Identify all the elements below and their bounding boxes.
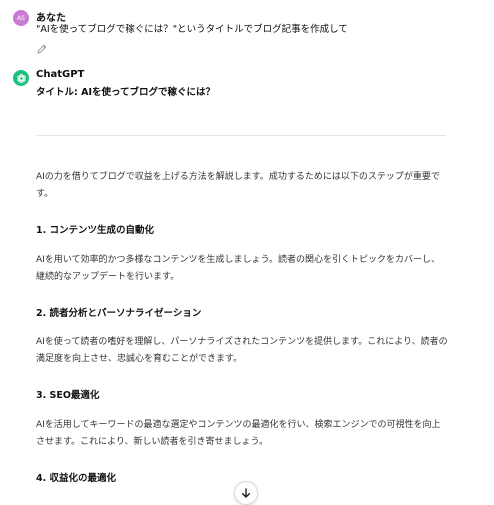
- arrow-down-icon: [241, 488, 251, 498]
- scroll-to-bottom-button[interactable]: [234, 481, 258, 505]
- user-message: "AIを使ってブログで稼ぐには？"というタイトルでブログ記事を作成して: [36, 24, 348, 35]
- section-heading-3: 3. SEO最適化: [36, 390, 100, 401]
- section-body-3: AIを活用してキーワードの最適な選定やコンテンツの最適化を行い、検索エンジンでの…: [36, 420, 441, 447]
- user-avatar-initials: AS: [17, 14, 25, 22]
- divider: [36, 135, 446, 136]
- section-heading-4: 4. 収益化の最適化: [36, 473, 117, 484]
- chatgpt-avatar: [13, 70, 29, 86]
- section-body-2: AIを使って読者の嗜好を理解し、パーソナライズされたコンテンツを提供します。これ…: [36, 337, 448, 364]
- user-avatar: AS: [13, 10, 29, 26]
- chatgpt-author-name: ChatGPT: [36, 69, 85, 80]
- pencil-icon[interactable]: [36, 43, 48, 55]
- section-heading-1: 1. コンテンツ生成の自動化: [36, 225, 155, 236]
- section-heading-2: 2. 読者分析とパーソナライゼーション: [36, 308, 202, 319]
- user-author-name: あなた: [36, 13, 66, 24]
- response-title: タイトル: AIを使ってブログで稼ぐには？: [36, 87, 216, 98]
- response-intro: AIの力を借りてブログで収益を上げる方法を解説します。成功するためには以下のステ…: [36, 172, 440, 199]
- openai-logo-icon: [16, 73, 26, 83]
- section-body-1: AIを用いて効率的かつ多様なコンテンツを生成しましょう。読者の関心を引くトピック…: [36, 255, 441, 282]
